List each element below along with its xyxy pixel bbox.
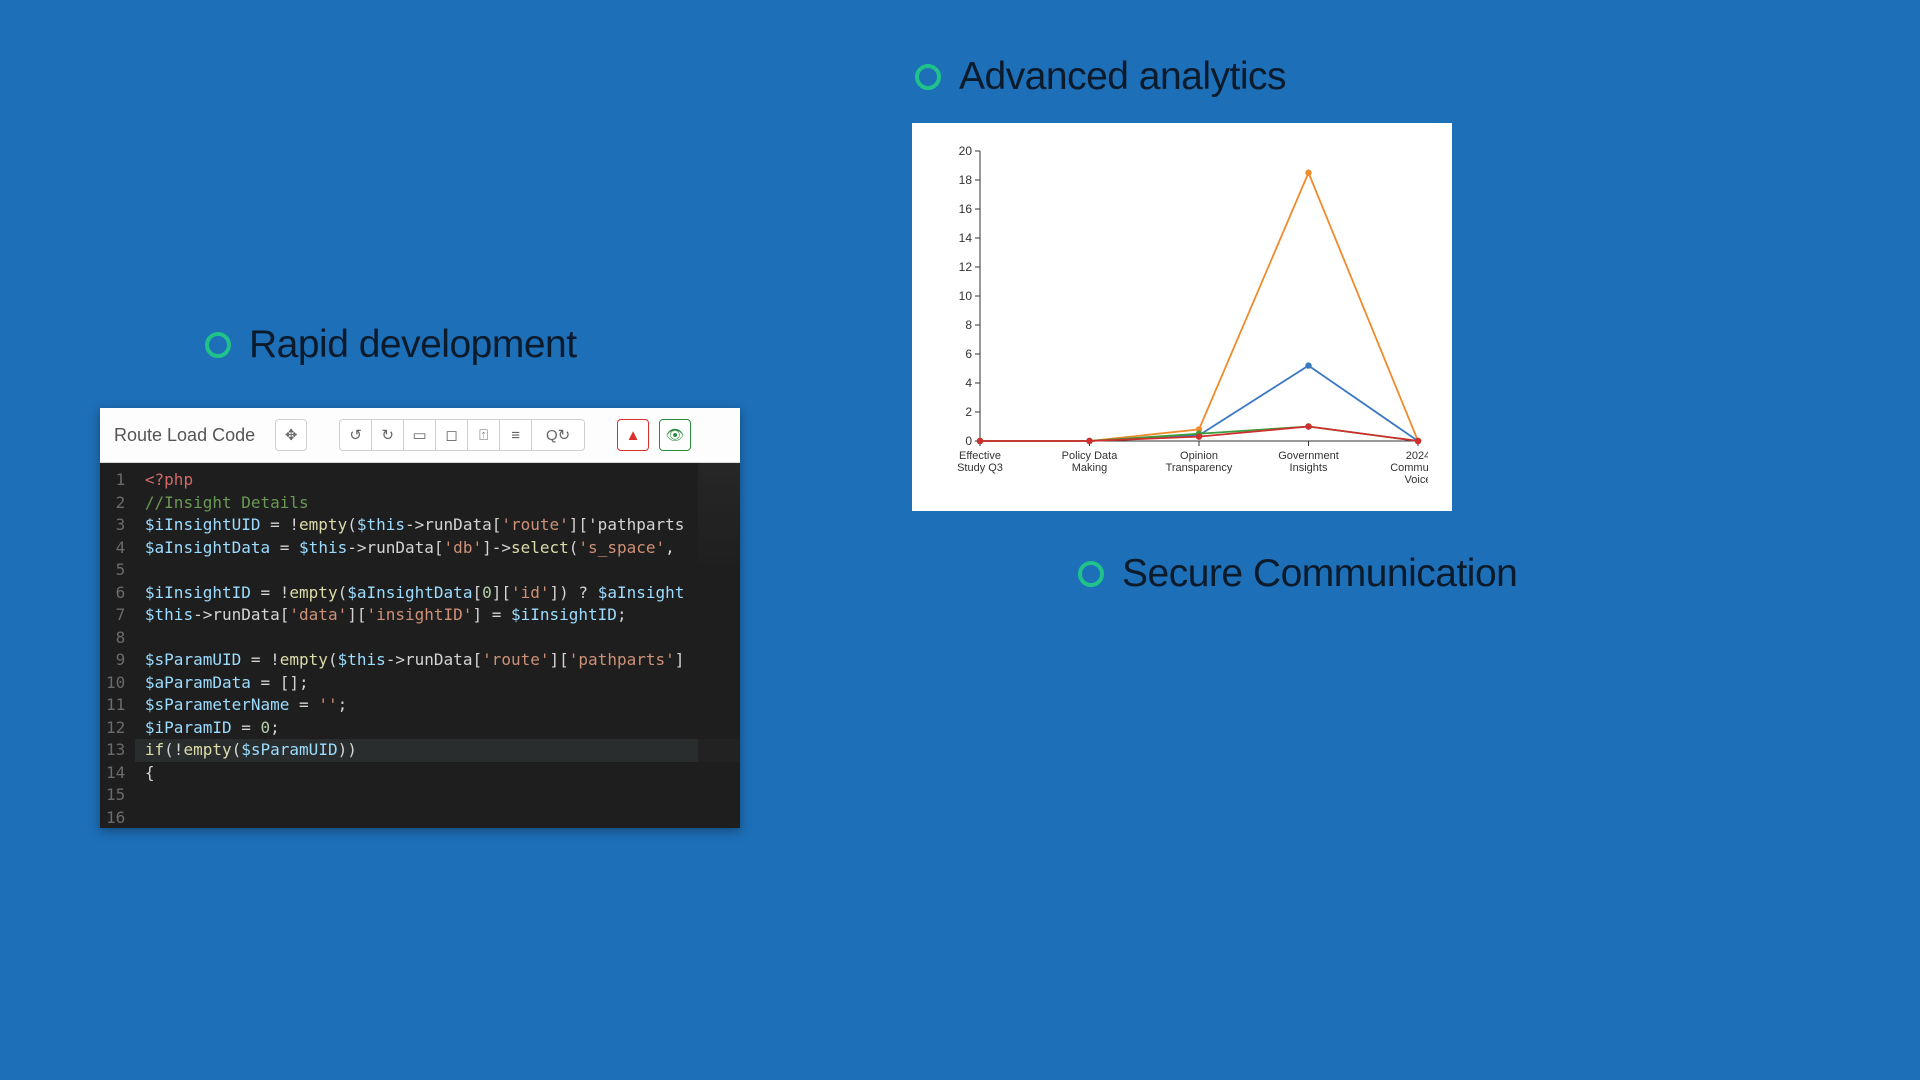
svg-text:10: 10 [959,289,973,303]
editor-minimap[interactable] [698,463,740,828]
editor-toolbar: Route Load Code ✥ ↺ ↻ ▭ ◻ ⍐ ≡ Q↻ ▲ 👁 [100,408,740,463]
bullet-circle-icon [1078,561,1104,587]
search-refresh-icon[interactable]: Q↻ [531,419,585,451]
svg-text:14: 14 [959,231,973,245]
svg-text:Insights: Insights [1290,462,1328,474]
svg-text:Policy Data: Policy Data [1062,450,1119,462]
svg-text:Making: Making [1072,462,1107,474]
code-text-area[interactable]: <?php //Insight Details $iInsightUID = !… [135,463,740,828]
svg-text:Study Q3: Study Q3 [957,462,1003,474]
analytics-chart-panel: 0 2 4 6 8 10 12 14 16 18 20 EffectiveStudy Q3 Policy… [912,123,1452,511]
feature-secure-communication: Secure Communication [1078,552,1517,596]
zoom-in-icon[interactable]: ⍐ [467,419,499,451]
eye-icon[interactable]: 👁 [659,419,691,451]
svg-text:6: 6 [965,347,972,361]
bullet-circle-icon [915,64,941,90]
svg-text:2: 2 [965,405,972,419]
feature-advanced-analytics: Advanced analytics [915,55,1286,99]
svg-text:Transparency: Transparency [1166,462,1233,474]
svg-text:0: 0 [965,434,972,448]
list-icon[interactable]: ≡ [499,419,531,451]
rotate-right-icon[interactable]: ↻ [371,419,403,451]
bullet-label: Secure Communication [1122,552,1517,596]
code-editor-panel: Route Load Code ✥ ↺ ↻ ▭ ◻ ⍐ ≡ Q↻ ▲ 👁 123… [100,408,740,828]
warning-icon[interactable]: ▲ [617,419,649,451]
toolbar-group-edit: ↺ ↻ ▭ ◻ ⍐ ≡ Q↻ [339,419,585,451]
rotate-left-icon[interactable]: ↺ [339,419,371,451]
analytics-line-chart: 0 2 4 6 8 10 12 14 16 18 20 EffectiveStudy Q3 Policy… [936,141,1428,501]
editor-body[interactable]: 12345678910111213141516 <?php //Insight … [100,463,740,828]
svg-text:4: 4 [965,376,972,390]
line-number-gutter: 12345678910111213141516 [100,463,135,828]
bullet-label: Rapid development [249,323,577,367]
svg-text:Voice: Voice [1405,474,1428,486]
bullet-label: Advanced analytics [959,55,1286,99]
svg-text:8: 8 [965,318,972,332]
svg-text:Effective: Effective [959,450,1001,462]
svg-text:Opinion: Opinion [1180,450,1218,462]
svg-text:18: 18 [959,173,973,187]
move-icon[interactable]: ✥ [275,419,307,451]
svg-text:2024: 2024 [1406,450,1428,462]
svg-text:20: 20 [959,144,973,158]
svg-text:Community: Community [1390,462,1428,474]
stop-icon[interactable]: ▭ [403,419,435,451]
zoom-reset-icon[interactable]: ◻ [435,419,467,451]
editor-title: Route Load Code [114,425,255,446]
bullet-circle-icon [205,332,231,358]
svg-text:16: 16 [959,202,973,216]
feature-rapid-development: Rapid development [205,323,577,367]
svg-text:12: 12 [959,260,973,274]
svg-text:Government: Government [1278,450,1339,462]
